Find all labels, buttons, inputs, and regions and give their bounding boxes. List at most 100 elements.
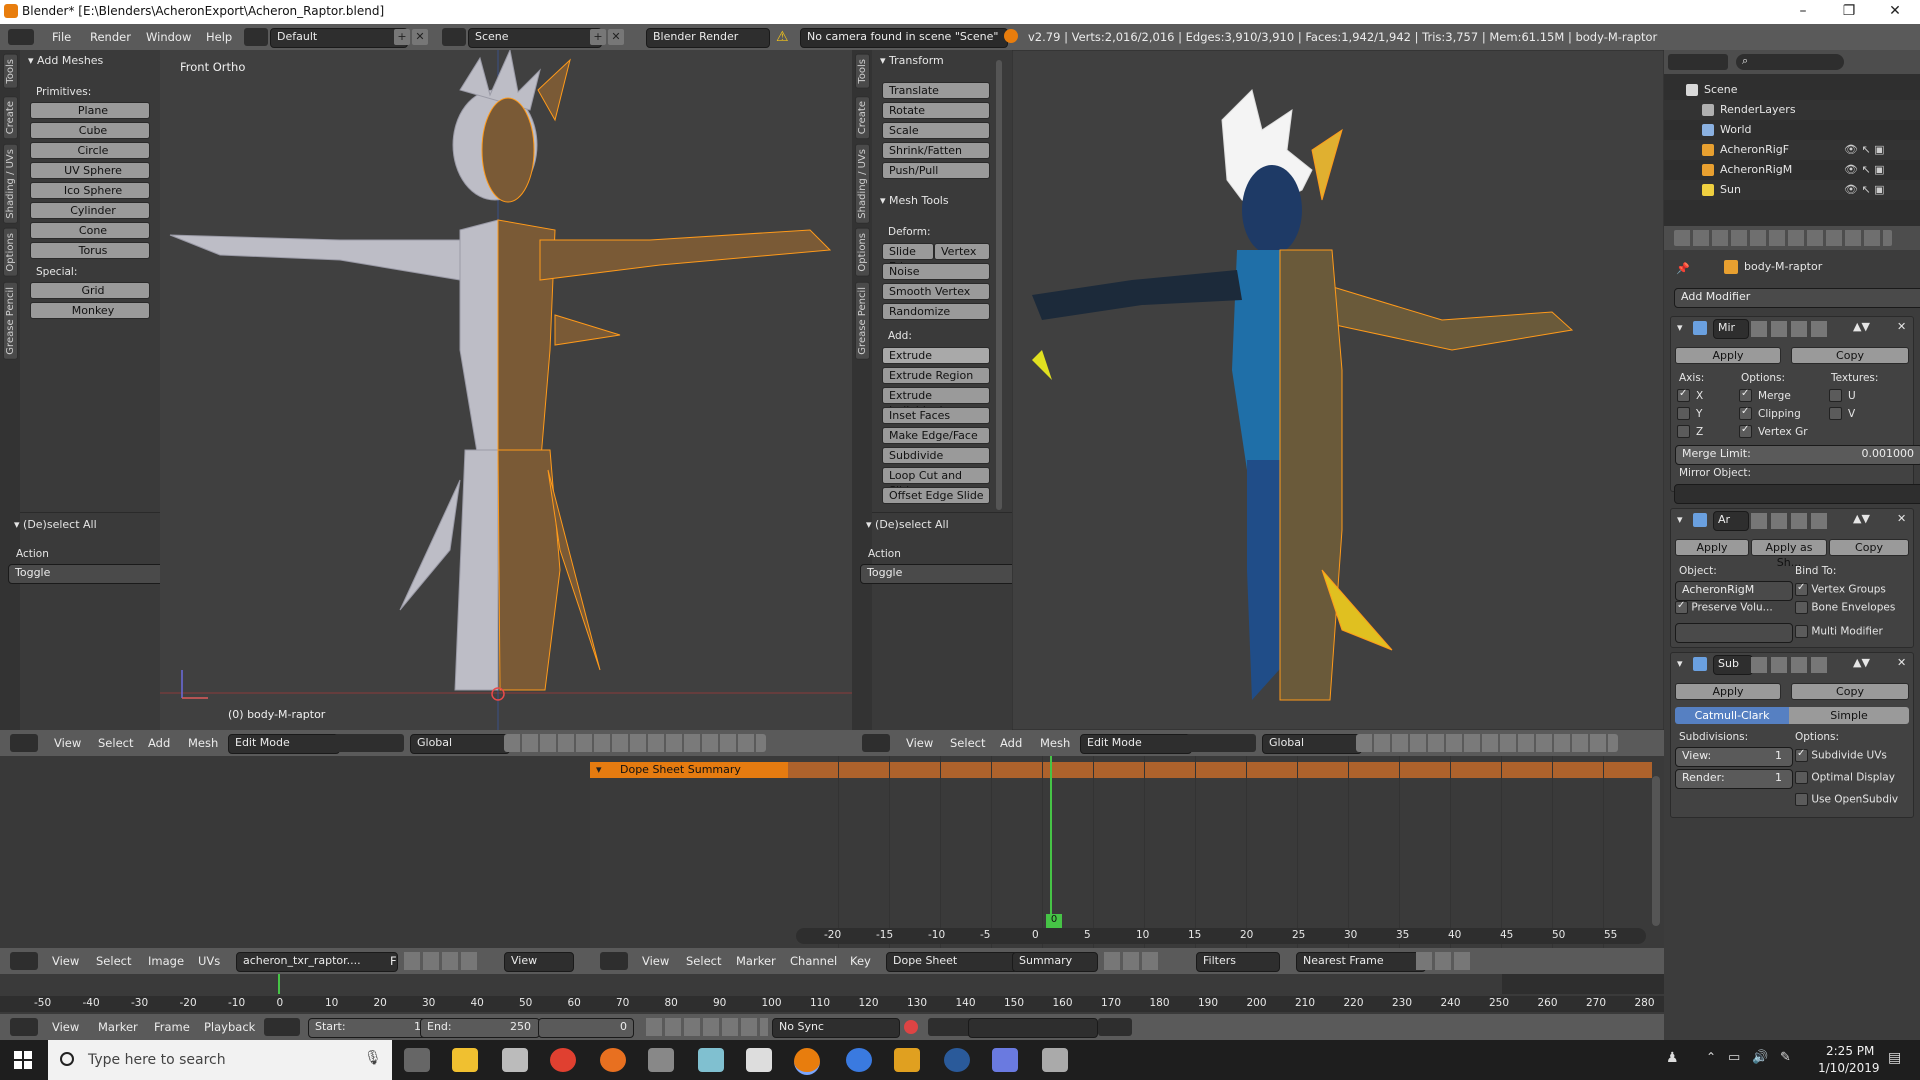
mirror-apply-button[interactable]: Apply [1675,347,1781,364]
people-icon[interactable]: ♟ [1666,1050,1679,1066]
left-model-canvas[interactable] [160,50,852,730]
render-engine-select[interactable]: Blender Render [646,28,770,48]
tool-icon[interactable] [894,1048,920,1072]
shrink-fatten-button[interactable]: Shrink/Fatten [882,142,990,159]
editor-type-icon[interactable] [8,29,34,45]
dope-mode-select[interactable]: Dope Sheet [886,952,1018,972]
simple-toggle[interactable]: Simple [1789,707,1909,724]
visibility-icon[interactable]: 👁 ↖ ▣ [1844,143,1885,156]
keying-set-field[interactable] [968,1018,1098,1038]
filters-button[interactable]: Filters [1196,952,1280,972]
viewport-toolbar-icons[interactable] [504,734,766,752]
uv-view-select[interactable]: View [504,952,574,972]
randomize-button[interactable]: Randomize [882,303,990,320]
shelf-scrollbar[interactable] [996,60,1002,510]
menu-help[interactable]: Help [206,30,232,44]
layout-remove-icon[interactable]: ✕ [412,29,428,45]
chrome-icon[interactable] [550,1048,576,1072]
orientation-select[interactable]: Global [1262,734,1362,754]
push-pull-button[interactable]: Push/Pull [882,162,990,179]
special-grid-button[interactable]: Grid [30,282,150,299]
deselect-all-header[interactable]: ▾ (De)select All [866,518,949,531]
mirror-object-field[interactable] [1674,484,1920,504]
menu-select[interactable]: Select [96,954,131,968]
subdivide-uvs-checkbox[interactable]: Subdivide UVs [1795,749,1887,762]
action-select[interactable]: Toggle [860,564,1016,584]
outliner-item-sun[interactable]: Sun 👁 ↖ ▣ [1664,180,1920,200]
menu-window[interactable]: Window [146,30,191,44]
left-3d-viewport[interactable]: Front Ortho (0) body-M-raptor [160,50,852,730]
collapse-icon[interactable]: ▾ [1677,657,1683,670]
outliner-item-acheronrigf[interactable]: AcheronRigF 👁 ↖ ▣ [1664,140,1920,160]
notifications-icon[interactable]: ▤ [1888,1050,1901,1066]
tab-grease-pencil[interactable]: Grease Pencil [855,282,870,360]
armature-copy-button[interactable]: Copy [1829,539,1909,556]
menu-mesh[interactable]: Mesh [1040,736,1070,750]
tab-create[interactable]: Create [3,96,18,140]
axis-z-checkbox[interactable]: Z [1677,425,1703,438]
dope-scrollbar[interactable] [1652,776,1660,926]
texture-v-checkbox[interactable]: V [1829,407,1855,420]
menu-view[interactable]: View [906,736,933,750]
uv-editor[interactable] [0,756,590,948]
tab-tools[interactable]: Tools [855,54,870,89]
record-icon[interactable] [904,1020,918,1034]
move-up-icon[interactable]: ▲▼ [1853,320,1870,333]
dope-sheet[interactable]: ▾ Dope Sheet Summary 0 -20 -15 -10 -5 0 5 10 15… [590,756,1664,948]
clock-time[interactable]: 2:25 PM [1826,1044,1874,1058]
timeline[interactable]: -50 -40 -30 -20 -10 0 10 20 30 40 50 60 70 80 90 100 110… [0,974,1664,1014]
extrude-select[interactable]: Extrude [882,347,990,364]
collapse-icon[interactable]: ▾ [1677,513,1683,526]
menu-view[interactable]: View [52,954,79,968]
sync-select[interactable]: No Sync [772,1018,900,1038]
photos-icon[interactable] [1042,1048,1068,1072]
transform-header[interactable]: ▾ Transform [880,54,944,67]
menu-view[interactable]: View [54,736,81,750]
apply-as-shape-button[interactable]: Apply as Sh... [1751,539,1827,569]
scene-field[interactable]: Scene [468,28,602,48]
subsurf-name-field[interactable]: Sub [1713,655,1753,675]
primitive-cylinder-button[interactable]: Cylinder [30,202,150,219]
pen-icon[interactable]: ✎ [1780,1050,1791,1065]
shading-select[interactable] [334,734,404,752]
primitive-cone-button[interactable]: Cone [30,222,150,239]
current-frame-field[interactable]: 0 [538,1018,634,1038]
menu-add[interactable]: Add [148,736,170,750]
preview-range-icons[interactable] [264,1018,300,1036]
move-up-icon[interactable]: ▲▼ [1853,656,1870,669]
scene-add-icon[interactable]: + [590,29,606,45]
editor-type-icon[interactable] [10,952,38,970]
option-vertex-gr-checkbox[interactable]: Vertex Gr [1739,425,1808,438]
blender-taskbar-icon[interactable] [794,1048,820,1075]
menu-playback[interactable]: Playback [204,1020,255,1034]
menu-marker[interactable]: Marker [736,954,776,968]
firefox-icon[interactable] [600,1048,626,1072]
deselect-all-header[interactable]: ▾ (De)select All [14,518,97,531]
microphone-icon[interactable]: 🎙 [364,1050,382,1066]
armature-visibility-icons[interactable] [1751,513,1831,529]
menu-frame[interactable]: Frame [154,1020,190,1034]
right-3d-viewport[interactable] [1012,50,1664,730]
remove-modifier-icon[interactable]: ✕ [1897,320,1906,333]
discord-icon[interactable] [992,1048,1018,1072]
orientation-select[interactable]: Global [410,734,510,754]
merge-limit-field[interactable]: Merge Limit: 0.001000 [1675,445,1920,465]
inset-faces-button[interactable]: Inset Faces [882,407,990,424]
tab-options[interactable]: Options [855,228,870,277]
clock-date[interactable]: 1/10/2019 [1818,1061,1880,1075]
extrude-region-button[interactable]: Extrude Region [882,367,990,384]
right-model-canvas[interactable] [1012,50,1664,730]
loop-cut-and-slide-button[interactable]: Loop Cut and Slide [882,467,990,497]
shading-select[interactable] [1186,734,1256,752]
vertex-slide-button[interactable]: Vertex [934,243,990,260]
summary-channel[interactable]: ▾ Dope Sheet Summary [590,762,788,778]
menu-key[interactable]: Key [850,954,871,968]
noise-button[interactable]: Noise [882,263,990,280]
taskbar-search-box[interactable]: Type here to search 🎙 [48,1040,392,1080]
layout-icon[interactable] [244,28,268,46]
property-tabs[interactable] [1674,230,1892,246]
menu-uvs[interactable]: UVs [198,954,220,968]
primitive-torus-button[interactable]: Torus [30,242,150,259]
display-mode-select[interactable] [1668,54,1728,70]
scale-button[interactable]: Scale [882,122,990,139]
